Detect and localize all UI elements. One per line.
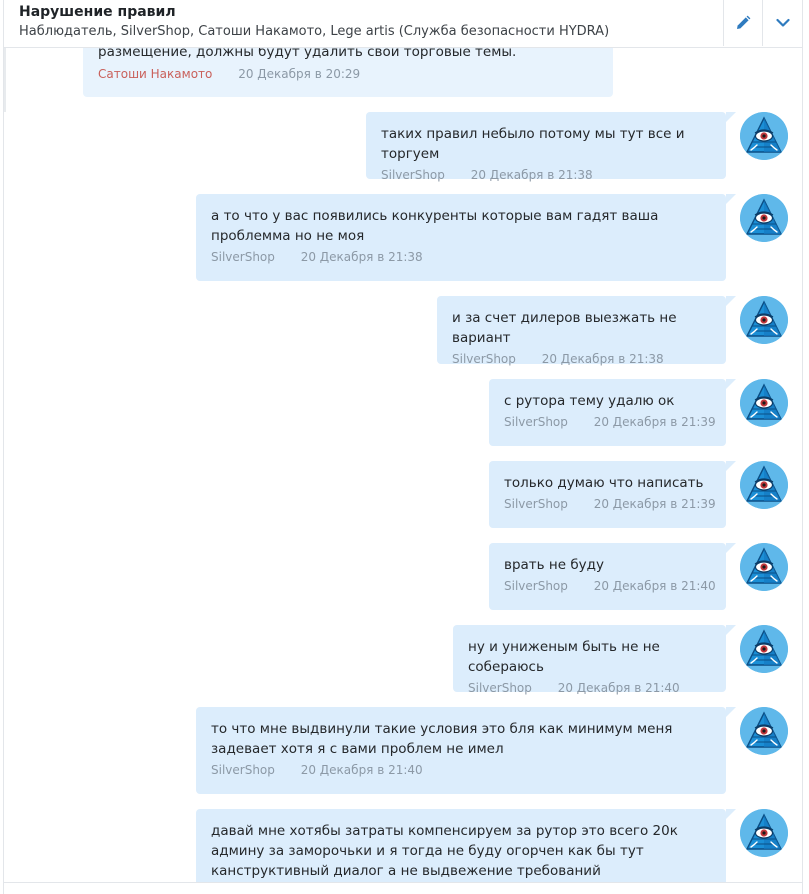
- collapse-toggle-button[interactable]: [763, 0, 802, 46]
- bubble-tail: [726, 112, 736, 122]
- message-text: а то что у вас появились конкуренты кото…: [211, 208, 659, 244]
- message-time: 20 Декабря в 21:39: [593, 415, 716, 429]
- message-meta: SilverShop 20 Декабря в 21:39: [504, 415, 716, 429]
- message-meta: SilverShop 20 Декабря в 21:40: [504, 579, 716, 593]
- bubble-tail: [726, 625, 736, 635]
- message-time: 20 Декабря в 21:38: [470, 168, 593, 182]
- message-time: 20 Декабря в 21:40: [557, 681, 680, 695]
- message-text: только думаю что написать: [504, 475, 704, 491]
- message-author[interactable]: SilverShop: [504, 415, 568, 429]
- eye-pyramid-avatar-icon[interactable]: [740, 461, 788, 509]
- message-bubble: а то что у вас появились конкуренты кото…: [196, 194, 726, 281]
- message-feed[interactable]: размещение, должны будут удалить свои то…: [4, 0, 802, 894]
- pencil-icon: [737, 15, 751, 29]
- message-text: давай мне хотябы затраты компенсируем за…: [211, 823, 678, 879]
- message-text: ну и униженым быть не не собераюсь: [468, 639, 660, 675]
- message-meta: SilverShop 20 Декабря в 21:38: [211, 250, 711, 264]
- eye-pyramid-avatar-icon[interactable]: [740, 194, 788, 242]
- bubble-tail: [726, 809, 736, 819]
- chat-header: Нарушение правил Наблюдатель, SilverShop…: [4, 0, 802, 48]
- message-meta: Сатоши Накамото 20 Декабря в 20:29: [98, 67, 598, 81]
- message-author[interactable]: Сатоши Накамото: [98, 67, 212, 81]
- message-author[interactable]: SilverShop: [211, 250, 275, 264]
- chevron-down-icon: [776, 18, 790, 27]
- message-author[interactable]: SilverShop: [504, 497, 568, 511]
- message-author[interactable]: SilverShop: [468, 681, 532, 695]
- message-time: 20 Декабря в 20:29: [238, 67, 361, 81]
- message-meta: SilverShop 20 Декабря в 21:39: [504, 497, 716, 511]
- eye-pyramid-avatar-icon[interactable]: [740, 112, 788, 160]
- message-time: 20 Декабря в 21:40: [300, 763, 423, 777]
- message-text: то что мне выдвинули такие условия это б…: [211, 721, 673, 757]
- message-time: 20 Декабря в 21:39: [593, 497, 716, 511]
- message-meta: SilverShop 20 Декабря в 21:40: [468, 681, 711, 695]
- message-bubble: врать не буду SilverShop 20 Декабря в 21…: [489, 543, 726, 610]
- message-text: с рутора тему удалю ок: [504, 393, 675, 409]
- eye-pyramid-avatar-icon[interactable]: [740, 543, 788, 591]
- eye-pyramid-avatar-icon[interactable]: [740, 809, 788, 857]
- message-text: врать не буду: [504, 557, 604, 573]
- message-meta: SilverShop 20 Декабря в 21:40: [211, 763, 711, 777]
- eye-pyramid-avatar-icon[interactable]: [740, 379, 788, 427]
- message-text: и за счет дилеров выезжать не вариант: [452, 310, 677, 346]
- message-bubble: и за счет дилеров выезжать не вариант Si…: [437, 296, 726, 366]
- bubble-tail: [726, 194, 736, 204]
- composer-edge: [4, 882, 802, 894]
- message-bubble: таких правил небыло потому мы тут все и …: [366, 112, 726, 182]
- message-bubble: с рутора тему удалю ок SilverShop 20 Дек…: [489, 379, 726, 446]
- chat-window: размещение, должны будут удалить свои то…: [3, 0, 803, 894]
- chat-members[interactable]: Наблюдатель, SilverShop, Сатоши Накамото…: [19, 24, 609, 39]
- message-bubble: только думаю что написать SilverShop 20 …: [489, 461, 726, 528]
- message-time: 20 Декабря в 21:38: [300, 250, 423, 264]
- message-author[interactable]: SilverShop: [381, 168, 445, 182]
- eye-pyramid-avatar-icon[interactable]: [740, 625, 788, 673]
- message-bubble: ну и униженым быть не не собераюсь Silve…: [453, 625, 726, 695]
- eye-pyramid-avatar-icon[interactable]: [740, 707, 788, 755]
- message-author[interactable]: SilverShop: [504, 579, 568, 593]
- message-bubble: то что мне выдвинули такие условия это б…: [196, 707, 726, 794]
- bubble-tail: [726, 296, 736, 306]
- message-time: 20 Декабря в 21:40: [593, 579, 716, 593]
- message-author[interactable]: SilverShop: [452, 352, 516, 366]
- message-author[interactable]: SilverShop: [211, 763, 275, 777]
- message-time: 20 Декабря в 21:38: [541, 352, 664, 366]
- bubble-tail: [726, 461, 736, 471]
- eye-pyramid-avatar-icon[interactable]: [740, 296, 788, 344]
- message-text: таких правил небыло потому мы тут все и …: [381, 126, 685, 162]
- message-meta: SilverShop 20 Декабря в 21:38: [381, 168, 711, 182]
- bubble-tail: [726, 707, 736, 717]
- edit-button[interactable]: [723, 0, 763, 46]
- bubble-tail: [726, 379, 736, 389]
- bubble-tail: [726, 543, 736, 553]
- message-meta: SilverShop 20 Декабря в 21:38: [452, 352, 711, 366]
- chat-title: Нарушение правил: [19, 4, 176, 20]
